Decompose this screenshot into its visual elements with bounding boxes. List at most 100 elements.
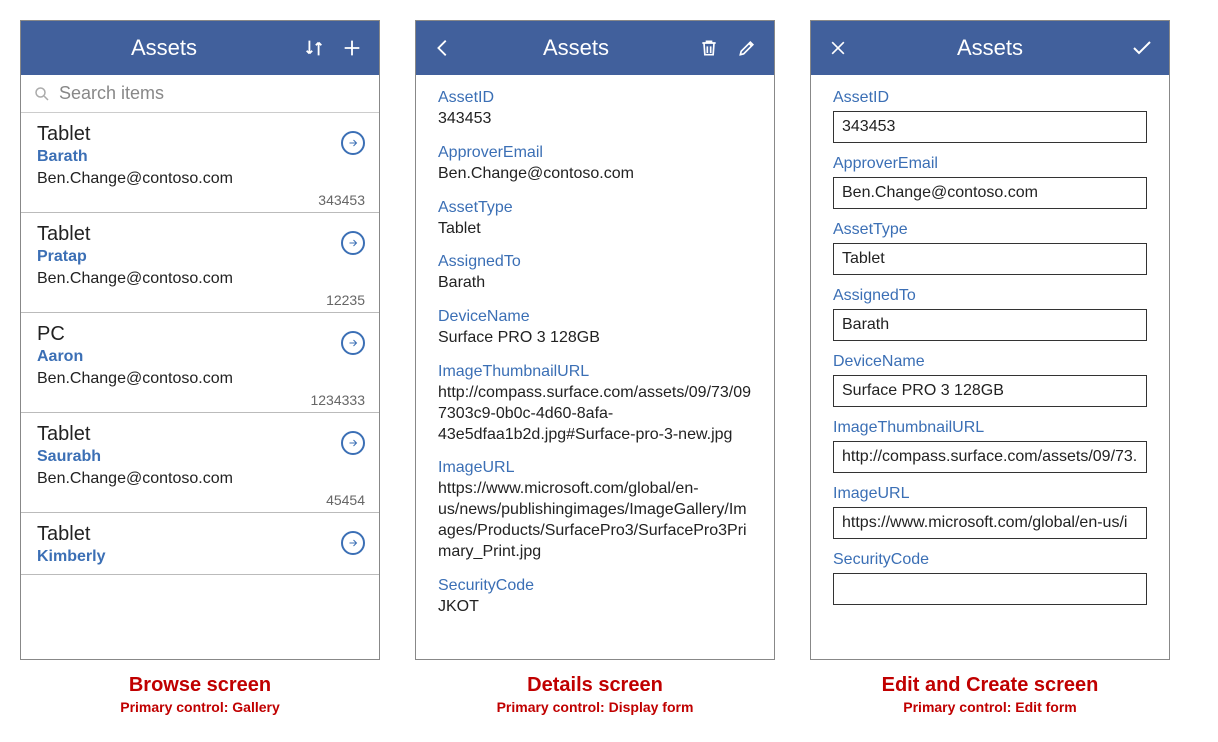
field-value: Ben.Change@contoso.com xyxy=(438,164,752,185)
item-type: Tablet xyxy=(37,423,365,446)
item-id: 12235 xyxy=(37,292,365,308)
edit-screen: Assets AssetID ApproverEmail AssetType Assi… xyxy=(810,20,1170,715)
item-type: PC xyxy=(37,323,365,346)
browse-header: Assets xyxy=(21,21,379,75)
field-value: Tablet xyxy=(438,219,752,240)
item-assigned: Saurabh xyxy=(37,448,365,466)
item-email: Ben.Change@contoso.com xyxy=(37,270,365,288)
detail-field: AssignedTo Barath xyxy=(438,253,752,294)
arrow-right-icon[interactable] xyxy=(341,431,365,455)
item-email: Ben.Change@contoso.com xyxy=(37,170,365,188)
list-item[interactable]: TabletBarathBen.Change@contoso.com343453 xyxy=(21,113,379,213)
browse-caption-title: Browse screen xyxy=(120,674,280,697)
field-label: AssetType xyxy=(833,221,1147,239)
item-assigned: Aaron xyxy=(37,348,365,366)
details-caption-title: Details screen xyxy=(497,674,694,697)
field-value: http://compass.surface.com/assets/09/73/… xyxy=(438,383,752,445)
edit-header: Assets xyxy=(811,21,1169,75)
field-label: AssetID xyxy=(438,89,752,107)
edit-field: ImageThumbnailURL xyxy=(833,419,1147,473)
edit-input[interactable] xyxy=(833,507,1147,539)
item-type: Tablet xyxy=(37,223,365,246)
arrow-right-icon[interactable] xyxy=(341,231,365,255)
field-value: Surface PRO 3 128GB xyxy=(438,328,752,349)
edit-field: DeviceName xyxy=(833,353,1147,407)
close-icon[interactable] xyxy=(821,31,855,65)
item-id: 343453 xyxy=(37,192,365,208)
edit-caption: Edit and Create screen Primary control: … xyxy=(882,674,1099,715)
field-value: https://www.microsoft.com/global/en-us/n… xyxy=(438,479,752,562)
field-value: Barath xyxy=(438,273,752,294)
details-title: Assets xyxy=(460,35,692,61)
browse-caption: Browse screen Primary control: Gallery xyxy=(120,674,280,715)
detail-field: AssetTypeTablet xyxy=(438,199,752,240)
edit-phone: Assets AssetID ApproverEmail AssetType Assi… xyxy=(810,20,1170,660)
field-label: ImageThumbnailURL xyxy=(438,363,752,381)
arrow-right-icon[interactable] xyxy=(341,331,365,355)
details-header: Assets xyxy=(416,21,774,75)
browse-list: TabletBarathBen.Change@contoso.com343453… xyxy=(21,113,379,659)
list-item[interactable]: TabletKimberly xyxy=(21,513,379,575)
details-caption: Details screen Primary control: Display … xyxy=(497,674,694,715)
edit-field: AssetID xyxy=(833,89,1147,143)
search-placeholder: Search items xyxy=(59,83,164,104)
field-label: AssignedTo xyxy=(833,287,1147,305)
edit-body: AssetID ApproverEmail AssetType AssignedTo D… xyxy=(811,75,1169,659)
edit-field: SecurityCode xyxy=(833,551,1147,605)
browse-caption-sub: Primary control: Gallery xyxy=(120,699,280,715)
edit-caption-title: Edit and Create screen xyxy=(882,674,1099,697)
detail-field: DeviceName Surface PRO 3 128GB xyxy=(438,308,752,349)
field-label: DeviceName xyxy=(833,353,1147,371)
edit-field: AssignedTo xyxy=(833,287,1147,341)
edit-input[interactable] xyxy=(833,441,1147,473)
edit-input[interactable] xyxy=(833,177,1147,209)
item-email: Ben.Change@contoso.com xyxy=(37,470,365,488)
field-label: AssetID xyxy=(833,89,1147,107)
sort-icon[interactable] xyxy=(297,31,331,65)
back-icon[interactable] xyxy=(426,31,460,65)
delete-icon[interactable] xyxy=(692,31,726,65)
list-item[interactable]: Tablet Saurabh Ben.Change@contoso.com 45454 xyxy=(21,413,379,513)
field-label: ApproverEmail xyxy=(438,144,752,162)
item-type: Tablet xyxy=(37,523,365,546)
field-label: ApproverEmail xyxy=(833,155,1147,173)
edit-field: ApproverEmail xyxy=(833,155,1147,209)
detail-field: AssetID 343453 xyxy=(438,89,752,130)
browse-phone: Assets Search items TabletBarathBen.Chan… xyxy=(20,20,380,660)
list-item[interactable]: Tablet Pratap Ben.Change@contoso.com 12235 xyxy=(21,213,379,313)
edit-input[interactable] xyxy=(833,375,1147,407)
search-input[interactable]: Search items xyxy=(21,75,379,113)
edit-input[interactable] xyxy=(833,243,1147,275)
field-value: 343453 xyxy=(438,109,752,130)
field-label: AssignedTo xyxy=(438,253,752,271)
add-icon[interactable] xyxy=(335,31,369,65)
item-type: Tablet xyxy=(37,123,365,146)
arrow-right-icon[interactable] xyxy=(341,531,365,555)
list-item[interactable]: PC Aaron Ben.Change@contoso.com 1234333 xyxy=(21,313,379,413)
edit-input[interactable] xyxy=(833,573,1147,605)
field-value: JKOT xyxy=(438,597,752,618)
details-phone: Assets AssetID 343453 ApproverEmail Ben.Cha… xyxy=(415,20,775,660)
item-id: 45454 xyxy=(37,492,365,508)
field-label: ImageURL xyxy=(833,485,1147,503)
edit-input[interactable] xyxy=(833,111,1147,143)
field-label: ImageThumbnailURL xyxy=(833,419,1147,437)
browse-title: Assets xyxy=(31,35,297,61)
detail-field: ImageThumbnailURL http://compass.surface.… xyxy=(438,363,752,445)
detail-field: ApproverEmail Ben.Change@contoso.com xyxy=(438,144,752,185)
field-label: SecurityCode xyxy=(833,551,1147,569)
edit-input[interactable] xyxy=(833,309,1147,341)
item-assigned: Pratap xyxy=(37,248,365,266)
details-caption-sub: Primary control: Display form xyxy=(497,699,694,715)
edit-icon[interactable] xyxy=(730,31,764,65)
detail-field: ImageURL https://www.microsoft.com/global… xyxy=(438,459,752,562)
confirm-icon[interactable] xyxy=(1125,31,1159,65)
field-label: SecurityCode xyxy=(438,577,752,595)
item-email: Ben.Change@contoso.com xyxy=(37,370,365,388)
field-label: DeviceName xyxy=(438,308,752,326)
arrow-right-icon[interactable] xyxy=(341,131,365,155)
browse-screen: Assets Search items TabletBarathBen.Chan… xyxy=(20,20,380,715)
detail-field: SecurityCode JKOT xyxy=(438,577,752,618)
field-label: ImageURL xyxy=(438,459,752,477)
item-id: 1234333 xyxy=(37,392,365,408)
